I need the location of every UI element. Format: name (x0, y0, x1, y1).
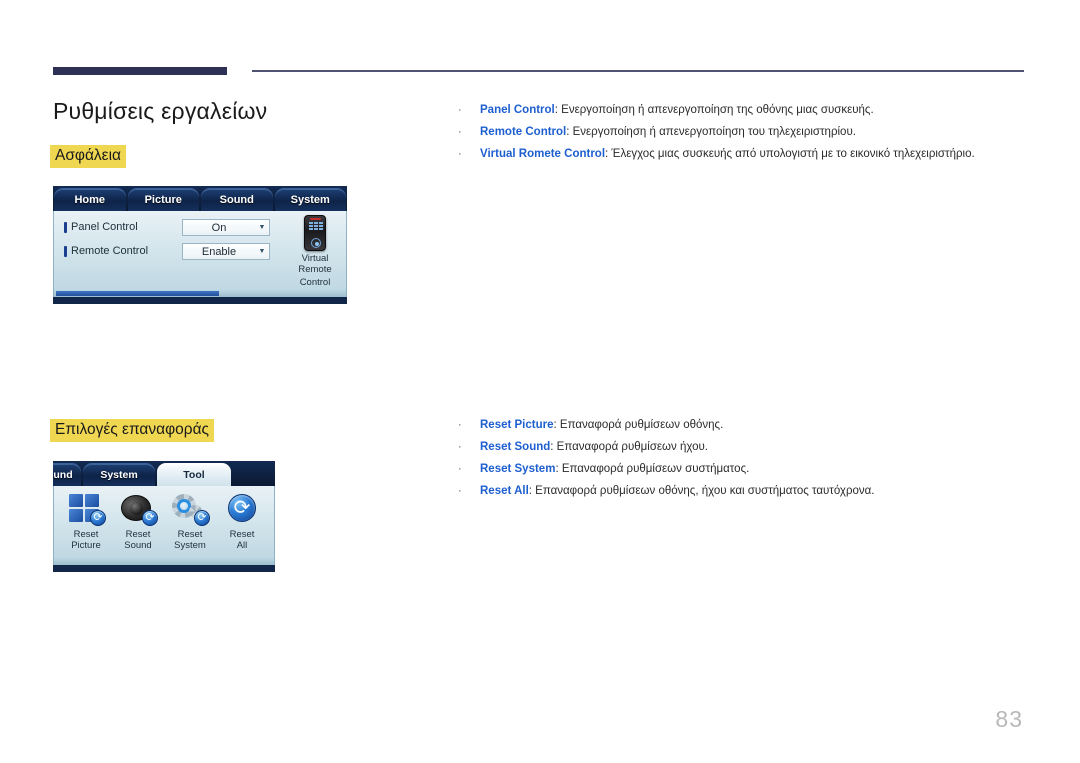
tab-sound-cropped[interactable]: und (53, 463, 81, 486)
reset-picture-icon: ⟳ (66, 493, 106, 527)
setting-label: Panel Control (71, 221, 138, 233)
bullet-term: Reset System (480, 463, 556, 475)
osd-tab-bar: Home Picture Sound System (53, 186, 347, 211)
bullet-term: Panel Control (480, 104, 555, 116)
reset-picture-label-2: Picture (71, 540, 101, 551)
bullet-marker: · (458, 441, 462, 453)
list-item: · Reset Picture: Επαναφορά ρυθμίσεων οθό… (458, 415, 1018, 436)
virtual-remote-label-1: Virtual Remote (298, 253, 332, 275)
manual-page: Ρυθμίσεις εργαλείων Ασφάλεια · Panel Con… (0, 0, 1080, 763)
reset-sound-icon: ⟳ (118, 493, 158, 527)
bullet-desc: : Επαναφορά ρυθμίσεων οθόνης, ήχου και σ… (528, 485, 875, 497)
list-item: · Virtual Romete Control: Έλεγχος μιας σ… (458, 144, 1018, 165)
bullet-desc: : Επαναφορά ρυθμίσεων οθόνης. (553, 419, 724, 431)
virtual-remote-label-2: Control (299, 277, 331, 288)
remote-keypad (309, 222, 323, 230)
bullet-mark-icon (64, 221, 67, 233)
reset-system-button[interactable]: ⟳ Reset System (164, 493, 216, 551)
header-rule-thin (252, 70, 1024, 72)
screenshot-reset-menu: und System Tool ⟳ Reset Picture ⟳ Reset … (53, 461, 275, 572)
list-item: · Reset System: Επαναφορά ρυθμίσεων συστ… (458, 459, 1018, 480)
remote-dpad (311, 238, 321, 248)
bullet-marker: · (458, 104, 462, 116)
refresh-badge-icon: ⟳ (90, 510, 106, 526)
osd-tab-bar: und System Tool (53, 461, 275, 486)
osd-panel-body: ⟳ Reset Picture ⟳ Reset Sound ⟳ Reset Sy… (53, 486, 275, 565)
remote-control-icon (304, 215, 326, 251)
page-number: 83 (995, 706, 1023, 732)
setting-row-remote-control: Remote Control (64, 245, 148, 257)
reset-sound-label-1: Reset (125, 529, 151, 540)
remote-control-value: Enable (201, 245, 237, 258)
section-heading-security: Ασφάλεια (50, 145, 126, 168)
bullet-list-reset-options: · Reset Picture: Επαναφορά ρυθμίσεων οθό… (458, 415, 1018, 503)
reset-all-label-1: Reset (229, 529, 255, 540)
reset-picture-button[interactable]: ⟳ Reset Picture (60, 493, 112, 551)
bullet-marker: · (458, 148, 462, 160)
setting-row-panel-control: Panel Control (64, 221, 138, 233)
bullet-desc: : Ενεργοποίηση ή απενεργοποίηση της οθόν… (554, 104, 874, 116)
bullet-mark-icon (64, 245, 67, 257)
bullet-desc: : Ενεργοποίηση ή απενεργοποίηση του τηλε… (566, 126, 856, 138)
refresh-glyph: ⟳ (197, 511, 207, 524)
bullet-marker: · (458, 126, 462, 138)
list-item: · Reset All: Επαναφορά ρυθμίσεων οθόνης,… (458, 481, 1018, 502)
reset-all-button[interactable]: ⟳ Reset All (216, 493, 268, 551)
panel-control-dropdown[interactable]: On ▼ (182, 219, 270, 236)
tab-picture[interactable]: Picture (127, 188, 199, 211)
reset-sound-button[interactable]: ⟳ Reset Sound (112, 493, 164, 551)
page-title: Ρυθμίσεις εργαλείων (53, 98, 268, 124)
panel-control-value: On (211, 221, 227, 234)
remote-led (310, 218, 321, 220)
bullet-marker: · (458, 419, 462, 431)
virtual-remote-control-button[interactable]: Virtual Remote Control (286, 215, 344, 288)
reset-picture-label-1: Reset (73, 529, 99, 540)
setting-label: Remote Control (71, 245, 149, 257)
refresh-glyph: ⟳ (145, 511, 155, 524)
refresh-badge-icon: ⟳ (142, 510, 158, 526)
bullet-marker: · (458, 463, 462, 475)
bullet-term: Reset All (480, 485, 529, 497)
bullet-desc: : Επαναφορά ρυθμίσεων ήχου. (550, 441, 708, 453)
remote-control-dropdown[interactable]: Enable ▼ (182, 243, 270, 260)
refresh-circle-icon: ⟳ (228, 494, 256, 522)
list-item: · Panel Control: Ενεργοποίηση ή απενεργο… (458, 100, 1018, 121)
refresh-badge-icon: ⟳ (194, 510, 210, 526)
chevron-down-icon: ▼ (258, 224, 266, 231)
osd-panel-body: Panel Control On ▼ Remote Control Enable… (53, 211, 347, 297)
tab-home[interactable]: Home (54, 188, 126, 211)
reset-sound-label-2: Sound (124, 540, 152, 551)
reset-all-icon: ⟳ (222, 493, 262, 527)
tab-system[interactable]: System (274, 188, 346, 211)
osd-scrollbar-thumb[interactable] (56, 291, 219, 296)
bullet-desc: : Επαναφορά ρυθμίσεων συστήματος. (555, 463, 750, 475)
screenshot-security-menu: Home Picture Sound System Panel Control … (53, 186, 347, 304)
osd-scrollbar-track[interactable] (54, 558, 274, 565)
refresh-glyph: ⟳ (93, 511, 103, 524)
header-rule-thick (53, 67, 227, 75)
bullet-term: Reset Sound (480, 441, 551, 453)
bullet-term: Remote Control (480, 126, 567, 138)
osd-scrollbar-track[interactable] (54, 290, 346, 297)
refresh-glyph: ⟳ (233, 497, 251, 519)
tab-sound[interactable]: Sound (201, 188, 273, 211)
list-item: · Reset Sound: Επαναφορά ρυθμίσεων ήχου. (458, 437, 1018, 458)
reset-system-icon: ⟳ (170, 493, 210, 527)
bullet-term: Virtual Romete Control (480, 148, 606, 160)
reset-all-label-2: All (236, 540, 248, 551)
reset-system-label-1: Reset (177, 529, 203, 540)
tab-system[interactable]: System (83, 463, 155, 486)
list-item: · Remote Control: Ενεργοποίηση ή απενεργ… (458, 122, 1018, 143)
bullet-term: Reset Picture (480, 419, 554, 431)
bullet-marker: · (458, 485, 462, 497)
chevron-down-icon: ▼ (258, 248, 266, 255)
bullet-desc: : Έλεγχος μιας συσκευής από υπολογιστή μ… (605, 148, 975, 160)
bullet-list-security: · Panel Control: Ενεργοποίηση ή απενεργο… (458, 100, 1018, 166)
section-heading-reset-options: Επιλογές επαναφοράς (50, 419, 215, 442)
reset-system-label-2: System (174, 540, 206, 551)
tab-tool[interactable]: Tool (157, 463, 231, 486)
